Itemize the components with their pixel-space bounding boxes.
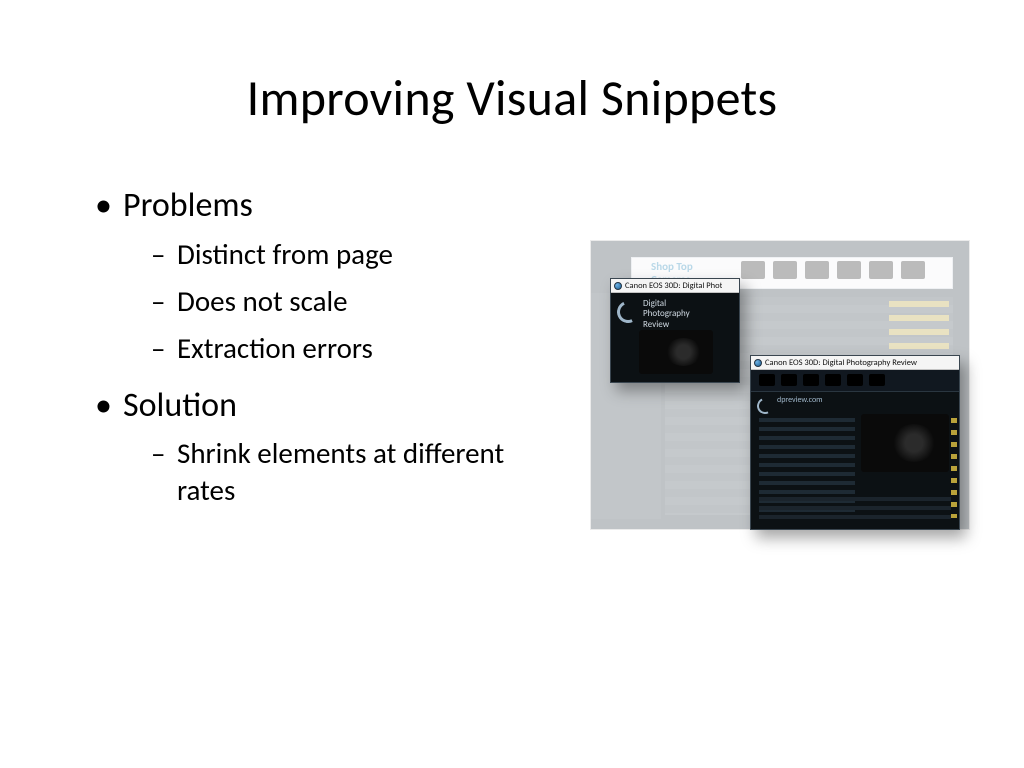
figure-composite: Shop Top Cameras Canon EOS 30D: Digital …	[590, 240, 970, 550]
subbullet: Distinct from page	[151, 236, 535, 273]
snippet-small-titlebar: Canon EOS 30D: Digital Phot	[611, 279, 739, 293]
brand-domain: dpreview.com	[777, 395, 823, 405]
thumb-row	[759, 374, 951, 388]
bullet-problems: Problems Distinct from page Does not sca…	[95, 185, 535, 367]
snippet-large-footer-text	[759, 497, 951, 523]
slide: Improving Visual Snippets Problems Disti…	[0, 0, 1024, 768]
snippet-large-topband	[751, 370, 959, 392]
dpreview-swirl-icon	[755, 396, 776, 417]
snippet-large-titlebar: Canon EOS 30D: Digital Photography Revie…	[751, 356, 959, 370]
bullet-content: Problems Distinct from page Does not sca…	[95, 185, 535, 528]
bullet-solution: Solution Shrink elements at different ra…	[95, 385, 535, 510]
subbullet: Does not scale	[151, 283, 535, 320]
camera-icon	[639, 330, 713, 374]
snippet-small-title: Canon EOS 30D: Digital Phot	[625, 281, 722, 291]
snippet-large-title: Canon EOS 30D: Digital Photography Revie…	[765, 358, 917, 368]
favicon-globe-icon	[754, 359, 762, 367]
subbullet: Extraction errors	[151, 330, 535, 367]
dpreview-swirl-icon	[614, 298, 642, 326]
snippet-small: Canon EOS 30D: Digital Phot Digital Phot…	[610, 278, 740, 383]
bullet-label: Problems	[123, 185, 253, 226]
snippet-large-accent	[951, 418, 957, 518]
favicon-globe-icon	[614, 282, 622, 290]
camera-icon	[861, 414, 949, 472]
subbullet: Shrink elements at different rates	[151, 435, 535, 509]
slide-title: Improving Visual Snippets	[0, 68, 1024, 129]
snippet-large: Canon EOS 30D: Digital Photography Revie…	[750, 355, 960, 530]
bullet-label: Solution	[123, 385, 237, 426]
banner-camera-row	[741, 261, 945, 283]
snippet-large-brand: dpreview.com	[777, 396, 953, 405]
